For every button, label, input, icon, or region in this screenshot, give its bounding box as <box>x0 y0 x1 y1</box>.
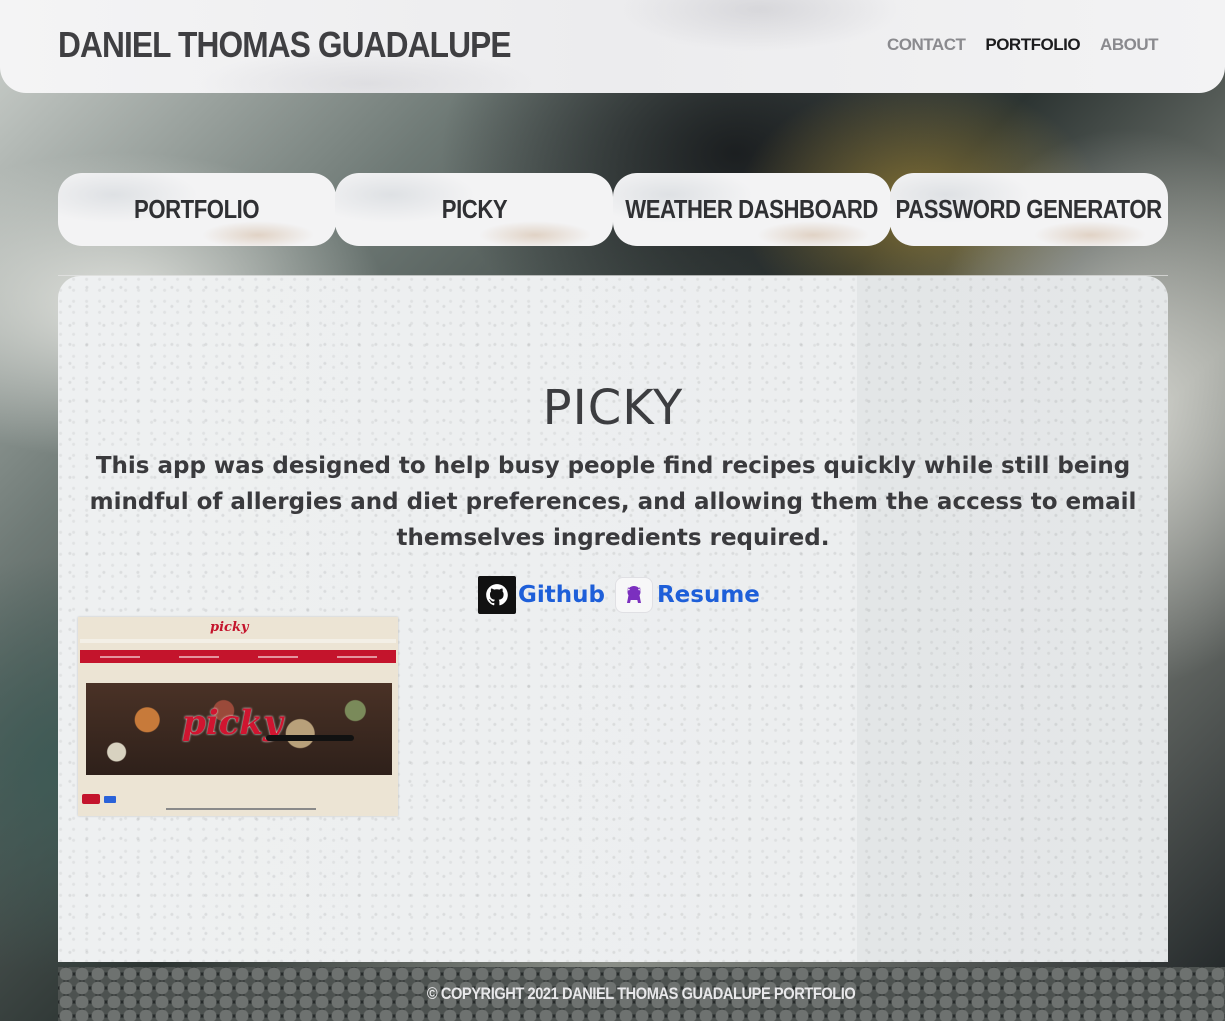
footer-copyright: © COPYRIGHT 2021 DANIEL THOMAS GUADALUPE… <box>427 984 856 1003</box>
fork-icon <box>266 735 354 741</box>
resume-label: Resume <box>656 582 760 608</box>
site-title: DANIEL THOMAS GUADALUPE <box>58 24 512 65</box>
project-panel: PICKY This app was designed to help busy… <box>58 276 1168 962</box>
main-nav: CONTACT PORTFOLIO ABOUT <box>887 35 1158 55</box>
tab-label: PORTFOLIO <box>134 194 260 224</box>
github-icon <box>478 576 516 614</box>
resume-link[interactable]: Resume <box>605 577 760 613</box>
project-links: Github Resume <box>478 576 760 614</box>
screenshot-footer-text <box>166 808 316 810</box>
github-label: Github <box>518 582 605 608</box>
project-title: PICKY <box>542 380 684 436</box>
nav-contact[interactable]: CONTACT <box>887 35 966 55</box>
tab-picky[interactable]: PICKY <box>335 173 613 246</box>
nav-portfolio[interactable]: PORTFOLIO <box>985 35 1080 55</box>
screenshot-logo: picky <box>210 620 249 635</box>
screenshot-searchbar <box>80 639 396 643</box>
tab-weather-dashboard[interactable]: WEATHER DASHBOARD <box>613 173 891 246</box>
screenshot-red-button <box>82 794 100 804</box>
project-tabs: PORTFOLIO PICKY WEATHER DASHBOARD PASSWO… <box>58 173 1168 246</box>
nav-about[interactable]: ABOUT <box>1100 35 1158 55</box>
project-description: This app was designed to help busy peopl… <box>89 453 1137 551</box>
project-screenshot[interactable]: picky picky <box>78 617 398 816</box>
tab-label: PICKY <box>441 194 507 224</box>
site-footer: © COPYRIGHT 2021 DANIEL THOMAS GUADALUPE… <box>58 967 1225 1021</box>
github-link[interactable]: Github <box>478 576 605 614</box>
screenshot-navbar <box>80 650 396 663</box>
tab-password-generator[interactable]: PASSWORD GENERATOR <box>890 173 1168 246</box>
tab-label: PASSWORD GENERATOR <box>895 194 1163 224</box>
tab-portfolio[interactable]: PORTFOLIO <box>58 173 336 246</box>
octocat-icon <box>614 577 653 613</box>
screenshot-blue-button <box>104 796 116 803</box>
site-header: DANIEL THOMAS GUADALUPE CONTACT PORTFOLI… <box>0 0 1225 93</box>
screenshot-hero-image: picky <box>86 683 392 775</box>
tab-label: WEATHER DASHBOARD <box>625 194 879 224</box>
